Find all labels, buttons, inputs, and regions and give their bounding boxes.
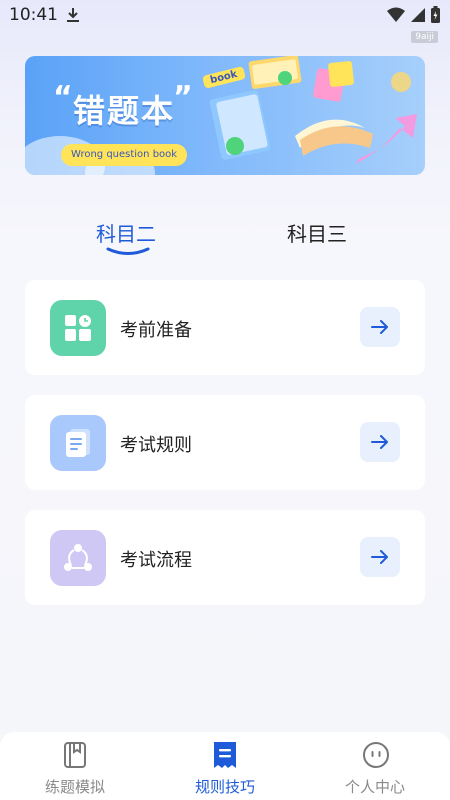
- card-label: 考试流程: [120, 550, 192, 571]
- nav-label: 练题模拟: [44, 778, 105, 796]
- download-icon: [66, 7, 80, 27]
- go-button[interactable]: [360, 422, 400, 462]
- tab-subject-three[interactable]: 科目三: [287, 218, 347, 247]
- status-time: 10:41: [9, 5, 58, 25]
- receipt-icon: [211, 740, 239, 774]
- arrow-right-icon: [371, 435, 388, 449]
- nav-item-rules[interactable]: 规则技巧: [150, 732, 300, 800]
- books-illustration: [209, 56, 417, 164]
- battery-icon: [431, 6, 440, 27]
- tab-subject-two[interactable]: 科目二: [96, 218, 156, 247]
- arrow-right-icon: [371, 550, 388, 564]
- active-tab-indicator: [106, 247, 150, 255]
- arrow-right-icon: [371, 320, 388, 334]
- card-label: 考试规则: [120, 435, 192, 456]
- nav-item-practice[interactable]: 练题模拟: [0, 732, 150, 800]
- watermark-tag: 9aiji: [411, 31, 438, 43]
- go-button[interactable]: [360, 307, 400, 347]
- wrong-question-banner[interactable]: “ 错题本 ” book Wrong question book: [25, 56, 425, 175]
- card-exam-preparation[interactable]: 考前准备: [25, 280, 425, 375]
- status-bar: 10:41 9aiji: [0, 0, 450, 43]
- book-icon: [61, 740, 89, 774]
- banner-title: 错题本: [73, 92, 176, 130]
- signal-icon: [411, 7, 425, 27]
- grid-clock-icon: [50, 300, 106, 356]
- wifi-icon: [387, 7, 405, 27]
- face-icon: [361, 740, 391, 774]
- card-exam-rules[interactable]: 考试规则: [25, 395, 425, 490]
- quote-mark-right: ”: [173, 80, 193, 115]
- card-exam-process[interactable]: 考试流程: [25, 510, 425, 605]
- card-label: 考前准备: [120, 320, 192, 341]
- document-icon: [50, 415, 106, 471]
- bottom-nav: 练题模拟 规则技巧 个人中心: [0, 732, 450, 800]
- nav-item-profile[interactable]: 个人中心: [300, 732, 450, 800]
- go-button[interactable]: [360, 537, 400, 577]
- nav-label: 个人中心: [344, 778, 405, 796]
- flow-cycle-icon: [50, 530, 106, 586]
- quote-mark-left: “: [53, 80, 73, 115]
- nav-label: 规则技巧: [194, 778, 255, 796]
- banner-subtitle: Wrong question book: [61, 144, 188, 166]
